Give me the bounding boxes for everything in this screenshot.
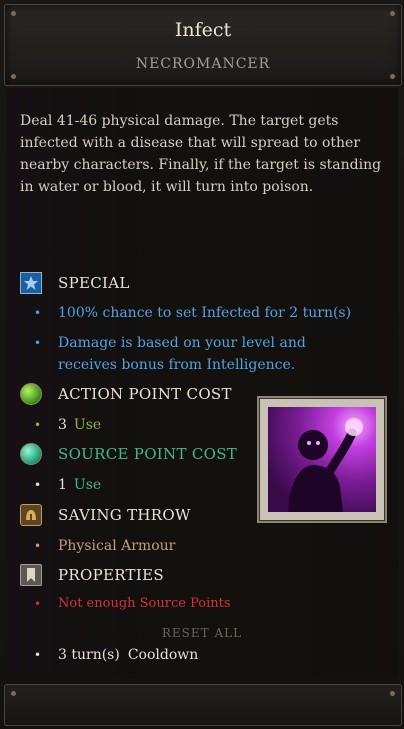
skill-school: NECROMANCER <box>135 56 271 72</box>
green-orb-icon <box>20 383 42 405</box>
bullet-dot: • <box>34 539 42 553</box>
skill-description: Deal 41-46 physical damage. The target g… <box>20 113 382 195</box>
bullet-dot: • <box>34 306 42 320</box>
special-bullet-text: Damage is based on your level and receiv… <box>58 335 306 373</box>
cooldown-value: 3 turn(s) <box>58 647 120 663</box>
bookmark-icon <box>20 564 42 586</box>
section-properties: PROPERTIES <box>20 563 164 587</box>
cooldown-row: • 3 turn(s) Cooldown <box>34 644 198 666</box>
helmet-icon <box>20 504 42 526</box>
section-special-label: SPECIAL <box>58 274 130 292</box>
source-point-unit: Use <box>73 477 102 493</box>
special-bullet-2: • Damage is based on your level and rece… <box>34 332 364 376</box>
action-point-unit: Use <box>73 417 102 433</box>
bullet-dot: • <box>34 418 42 432</box>
properties-warning: Not enough Source Points <box>58 596 231 611</box>
special-bullet-text: 100% chance to set Infected for 2 turn(s… <box>58 305 352 321</box>
saving-throw-row: • Physical Armour <box>34 535 175 557</box>
rivet-icon <box>11 74 16 79</box>
rivet-icon <box>11 11 16 16</box>
tooltip-footer <box>4 684 402 726</box>
properties-label: PROPERTIES <box>58 566 164 584</box>
bullet-dot: • <box>34 597 42 611</box>
bullet-dot: • <box>34 336 42 350</box>
properties-row: • Not enough Source Points <box>34 593 231 615</box>
rivet-icon <box>390 11 395 16</box>
section-saving-throw: SAVING THROW <box>20 503 191 527</box>
action-point-value: 3 <box>58 417 67 433</box>
action-point-cost-row: • 3 Use <box>34 414 101 436</box>
teal-orb-icon <box>20 443 42 465</box>
bullet-dot: • <box>34 648 42 662</box>
cooldown-label: Cooldown <box>127 647 199 663</box>
skill-portrait <box>257 396 387 523</box>
source-point-cost-label: SOURCE POINT COST <box>58 445 238 463</box>
rivet-icon <box>11 691 16 696</box>
source-point-cost-row: • 1 Use <box>34 474 101 496</box>
section-special: SPECIAL <box>20 271 130 295</box>
saving-throw-value: Physical Armour <box>58 538 176 554</box>
section-action-point-cost: ACTION POINT COST <box>20 382 232 406</box>
action-point-cost-label: ACTION POINT COST <box>58 385 232 403</box>
section-source-point-cost: SOURCE POINT COST <box>20 442 237 466</box>
infect-skill-portrait-icon <box>268 407 376 512</box>
tooltip-header: Infect NECROMANCER <box>4 4 402 86</box>
rivet-icon <box>390 74 395 79</box>
reset-all-button[interactable]: RESET ALL <box>0 626 404 640</box>
source-point-value: 1 <box>58 477 67 493</box>
bullet-dot: • <box>34 478 42 492</box>
star-icon <box>20 272 42 294</box>
rivet-icon <box>390 691 395 696</box>
saving-throw-label: SAVING THROW <box>58 506 191 524</box>
skill-title: Infect <box>174 19 232 41</box>
special-bullet-1: • 100% chance to set Infected for 2 turn… <box>34 302 351 324</box>
